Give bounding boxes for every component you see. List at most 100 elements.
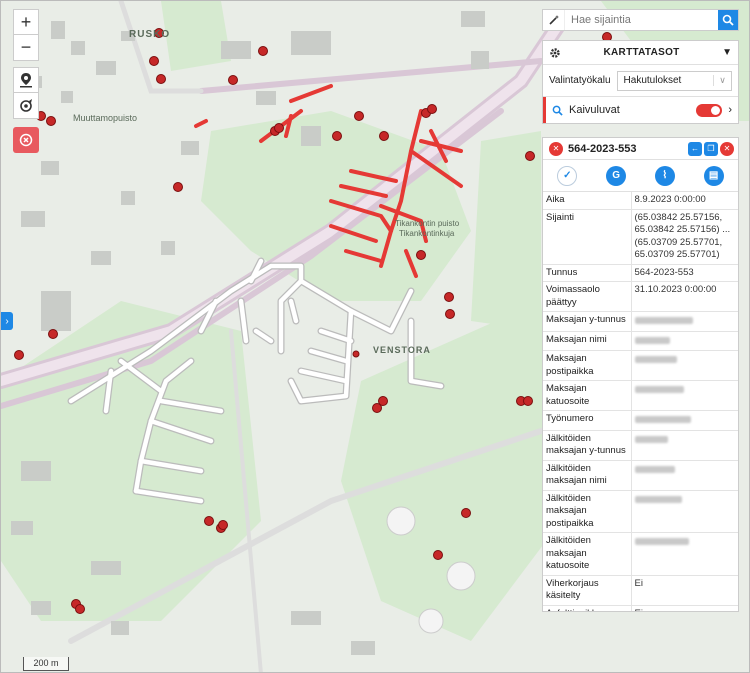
attribute-row: Tunnus 564-2023-553 bbox=[543, 264, 738, 282]
back-arrow-icon[interactable]: ← bbox=[688, 141, 702, 156]
redacted-value bbox=[634, 538, 689, 545]
locate-me-icon bbox=[20, 98, 32, 112]
attribute-key: Viherkorjaus käsitelty bbox=[543, 575, 632, 606]
attachment-icon[interactable]: ⌇ bbox=[654, 165, 675, 186]
redacted-value bbox=[634, 317, 693, 324]
map-label-park: Muuttamopuisto bbox=[73, 113, 138, 123]
attribute-key: Tunnus bbox=[543, 264, 632, 282]
attribute-row: Asfalttipaikkaus käsiteltyEi bbox=[543, 605, 738, 611]
close-icon[interactable]: ✕ bbox=[720, 141, 734, 156]
redacted-value bbox=[634, 465, 675, 473]
chevron-right-icon: › bbox=[5, 315, 9, 327]
redacted-value bbox=[634, 495, 682, 503]
attribute-key: Maksajan nimi bbox=[543, 331, 632, 351]
attribute-row: Voimassaolo päättyy 31.10.2023 0:00:00 bbox=[543, 281, 738, 312]
map-label-venstora: VENSTORA bbox=[373, 345, 431, 355]
layer-visibility-toggle[interactable] bbox=[696, 103, 723, 117]
attribute-table: Aika 8.9.2023 0:00:00 Sijainti (65.03842 25… bbox=[543, 192, 738, 611]
attribute-value bbox=[631, 410, 738, 431]
chevron-down-icon[interactable]: ▼ bbox=[722, 47, 732, 58]
attribute-key: Asfalttipaikkaus käsitelty bbox=[543, 605, 632, 611]
locate-me-button[interactable] bbox=[13, 93, 39, 119]
redacted-value bbox=[634, 386, 684, 393]
minus-icon: − bbox=[20, 37, 32, 57]
attribute-value: Ei bbox=[631, 605, 738, 611]
layer-name: Kaivuluvat bbox=[569, 104, 620, 116]
attribute-row: Maksajan y-tunnus bbox=[543, 311, 738, 332]
copy-icon[interactable]: ❐ bbox=[704, 141, 718, 156]
selection-tool-label: Valintatyökalu bbox=[549, 75, 611, 86]
attribute-row: Aika 8.9.2023 0:00:00 bbox=[543, 192, 738, 210]
comment-icon[interactable]: ▤ bbox=[703, 165, 724, 186]
check-icon[interactable]: ✓ bbox=[557, 165, 578, 186]
layers-header[interactable]: KARTTATASOT ▼ bbox=[543, 41, 738, 65]
redacted-value bbox=[634, 416, 691, 423]
feature-info-panel: ✕ 564-2023-553 ← ❐ ✕ ✓ G ⌇ ▤ Aika 8.9.202… bbox=[542, 137, 739, 612]
layers-title: KARTTATASOT bbox=[603, 47, 680, 58]
search-icon bbox=[552, 105, 563, 116]
map-label-rusko: RUSKO bbox=[129, 29, 171, 40]
search-input[interactable] bbox=[565, 14, 718, 26]
location-pin-button[interactable] bbox=[13, 67, 39, 93]
attribute-key: Aika bbox=[543, 192, 632, 210]
attribute-value bbox=[631, 430, 738, 461]
attribute-key: Jälkitöiden maksajan nimi bbox=[543, 460, 632, 491]
attribute-row: Sijainti (65.03842 25.57156, 65.03842 25.… bbox=[543, 209, 738, 265]
map-layers-panel: KARTTATASOT ▼ Valintatyökalu Hakutulokse… bbox=[542, 40, 739, 124]
attribute-row: Maksajan nimi bbox=[543, 331, 738, 351]
attribute-row: Viherkorjaus käsitelty Ei bbox=[543, 575, 738, 606]
attribute-row: Jälkitöiden maksajan y-tunnus bbox=[543, 430, 738, 461]
redacted-value bbox=[634, 435, 668, 443]
attribute-row: Jälkitöiden maksajan nimi bbox=[543, 460, 738, 491]
attribute-value bbox=[631, 380, 738, 411]
map-label-tikankontinkuja: Tikankontinkuja bbox=[399, 229, 455, 238]
attribute-value: Ei bbox=[631, 575, 738, 606]
map-label-tikankontin-puisto: Tikankontin puisto bbox=[395, 219, 460, 228]
attribute-row: Jälkitöiden maksajan postipaikka bbox=[543, 490, 738, 533]
attribute-key: Maksajan katuosoite bbox=[543, 380, 632, 411]
attribute-value: (65.03842 25.57156, 65.03842 25.57156) .… bbox=[631, 209, 738, 265]
map-controls: + − bbox=[13, 9, 39, 153]
attribute-key: Jälkitöiden maksajan postipaikka bbox=[543, 490, 632, 533]
attribute-key: Maksajan y-tunnus bbox=[543, 311, 632, 332]
attribute-key: Sijainti bbox=[543, 209, 632, 265]
expand-side-panel-button[interactable]: › bbox=[1, 312, 13, 330]
close-circle-icon[interactable]: ✕ bbox=[549, 141, 563, 156]
attribute-value bbox=[631, 311, 738, 332]
layer-item-kaivuluvat[interactable]: Kaivuluvat › bbox=[543, 97, 738, 123]
info-title: 564-2023-553 bbox=[568, 142, 637, 155]
chevron-down-icon: ∨ bbox=[713, 75, 731, 86]
zoom-out-button[interactable]: − bbox=[13, 35, 39, 61]
close-circle-icon bbox=[19, 133, 33, 146]
attribute-value bbox=[631, 331, 738, 351]
attribute-value: 31.10.2023 0:00:00 bbox=[631, 281, 738, 312]
selection-tool-row: Valintatyökalu Hakutulokset ∨ bbox=[543, 65, 738, 97]
google-icon[interactable]: G bbox=[606, 165, 627, 186]
attribute-value: 8.9.2023 0:00:00 bbox=[631, 192, 738, 210]
clear-selection-button[interactable] bbox=[13, 127, 39, 153]
chevron-right-icon[interactable]: › bbox=[728, 104, 732, 116]
attribute-key: Maksajan postipaikka bbox=[543, 350, 632, 381]
attribute-value bbox=[631, 350, 738, 381]
attribute-key: Jälkitöiden maksajan katuosoite bbox=[543, 532, 632, 576]
gear-icon bbox=[550, 47, 560, 58]
search-button[interactable] bbox=[718, 10, 738, 30]
attribute-row: Jälkitöiden maksajan katuosoite bbox=[543, 532, 738, 576]
location-search bbox=[542, 9, 739, 31]
attribute-key: Voimassaolo päättyy bbox=[543, 281, 632, 312]
map-application: RUSKO Muuttamopuisto Tikankontin puisto … bbox=[0, 0, 750, 673]
magic-wand-icon[interactable] bbox=[543, 10, 565, 30]
redacted-value bbox=[634, 336, 670, 344]
attribute-value: 564-2023-553 bbox=[631, 264, 738, 282]
attribute-key: Jälkitöiden maksajan y-tunnus bbox=[543, 430, 632, 461]
selection-tool-value: Hakutulokset bbox=[623, 75, 682, 86]
search-icon bbox=[722, 14, 734, 26]
zoom-in-button[interactable]: + bbox=[13, 9, 39, 35]
attribute-row: Työnumero bbox=[543, 410, 738, 431]
plus-icon: + bbox=[20, 11, 32, 32]
info-header: ✕ 564-2023-553 ← ❐ ✕ bbox=[543, 138, 738, 160]
location-pin-icon bbox=[20, 73, 32, 88]
attribute-key: Työnumero bbox=[543, 410, 632, 431]
attribute-value bbox=[631, 460, 738, 491]
selection-tool-select[interactable]: Hakutulokset ∨ bbox=[616, 70, 732, 91]
